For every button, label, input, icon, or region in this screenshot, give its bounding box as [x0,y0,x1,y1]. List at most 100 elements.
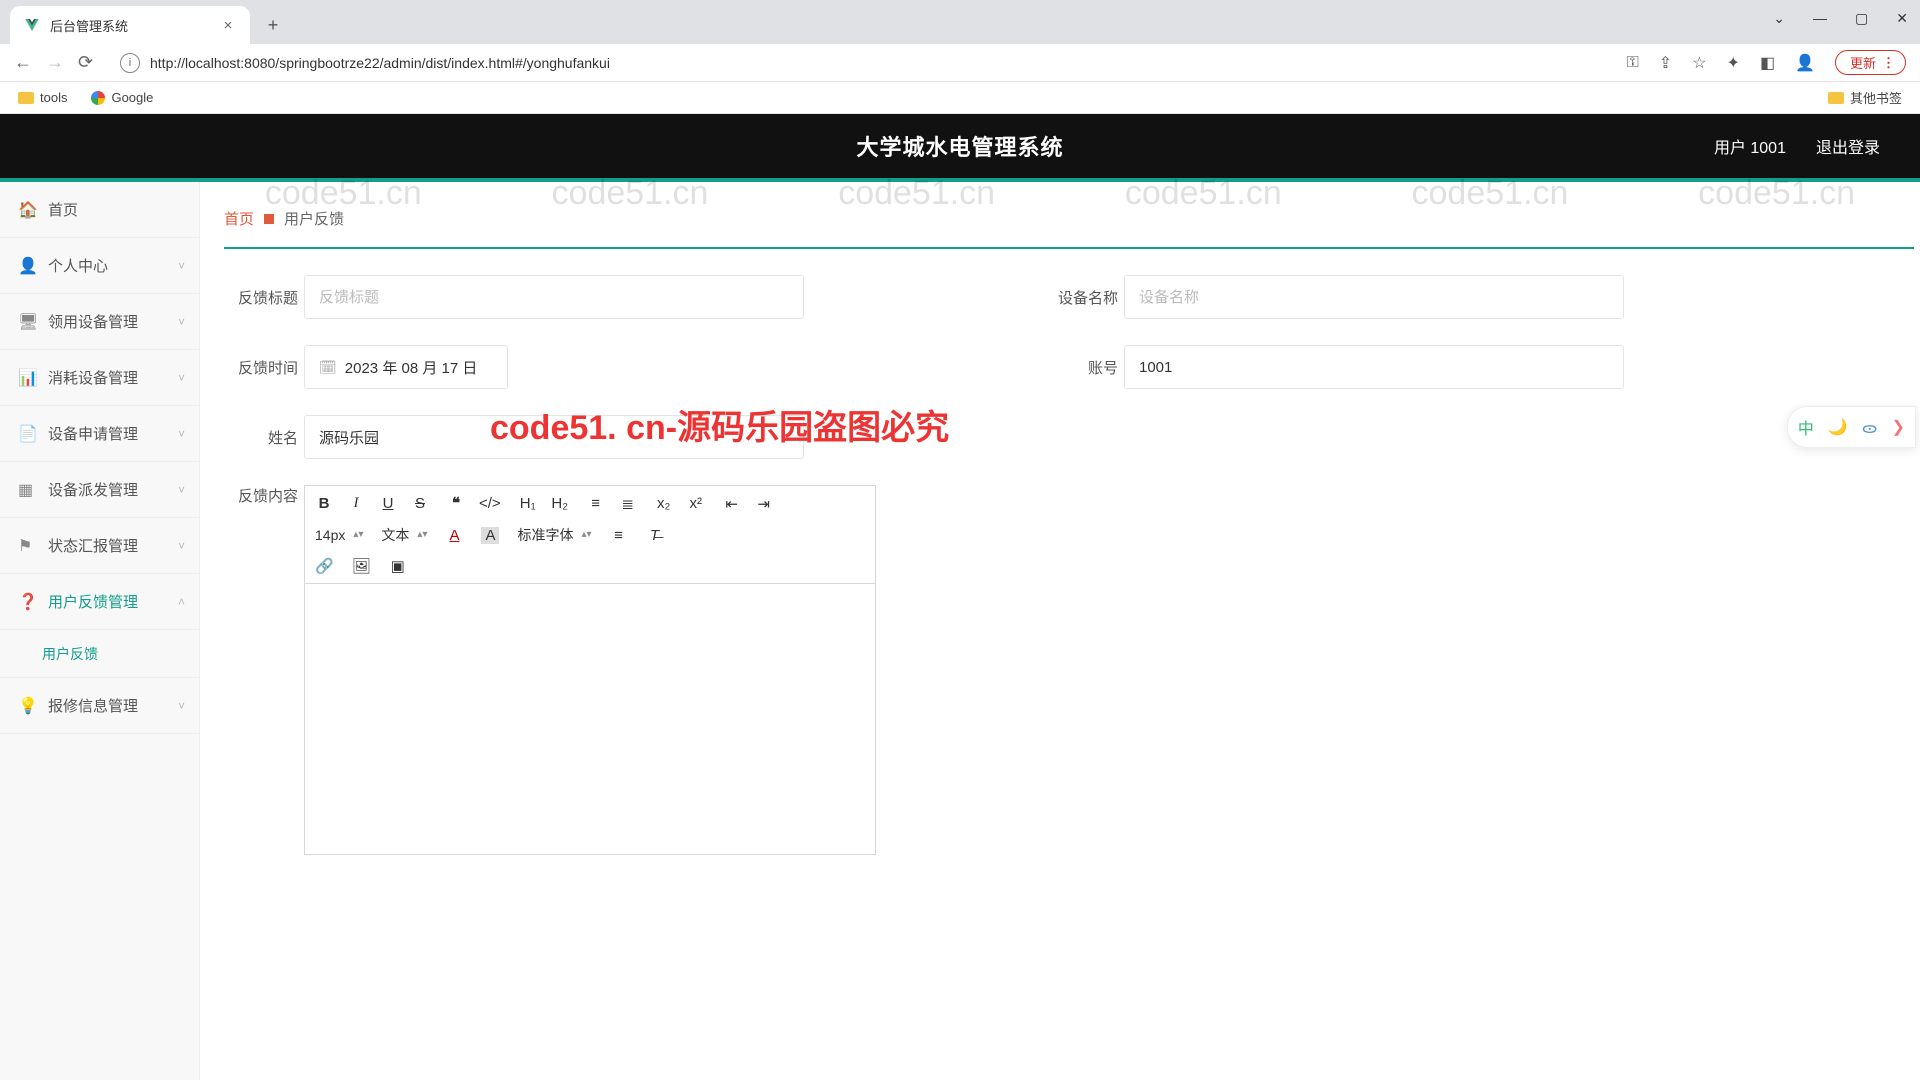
bookmark-google[interactable]: Google [91,90,153,105]
logout-button[interactable]: 退出登录 [1816,134,1880,158]
account-input[interactable] [1124,345,1624,389]
sidebar-item-5[interactable]: ▦设备派发管理˅ [0,462,199,518]
unordered-list-button[interactable]: ≣ [619,495,637,513]
time-value: 2023 年 08 月 17 日 [345,357,478,378]
chevron-icon: ˄ [178,595,185,609]
sidepanel-icon[interactable]: ◧ [1760,53,1775,73]
other-bookmarks[interactable]: 其他书签 [1828,88,1902,107]
font-color-button[interactable]: A [445,527,463,544]
device-input[interactable] [1124,275,1624,319]
sidebar-item-label: 用户反馈管理 [48,591,138,612]
chevron-icon: ˅ [178,427,185,441]
browser-tab[interactable]: 后台管理系统 × [10,6,250,44]
update-button[interactable]: 更新⋮ [1835,50,1906,75]
text-style-select[interactable]: 文本▴▾ [381,525,427,545]
sidebar-item-1[interactable]: 👤 个人中心 ˅ [0,238,199,294]
close-window-icon[interactable]: ✕ [1896,10,1908,27]
folder-icon [18,92,34,104]
key-icon[interactable]: ⚿ [1627,54,1639,72]
time-input[interactable]: 🗓 2023 年 08 月 17 日 [304,345,508,389]
glasses-icon[interactable]: ᯣ [1862,416,1878,438]
image-button[interactable]: 🖼 [352,557,371,575]
video-button[interactable]: ▣ [389,557,407,575]
user-icon: 👤 [18,256,38,276]
sidebar-item-label: 首页 [48,199,78,220]
editor-textarea[interactable] [305,584,875,854]
underline-button[interactable]: U [379,495,397,512]
code-button[interactable]: </> [479,495,501,512]
reload-icon[interactable]: ⟳ [78,52,96,73]
bg-color-button[interactable]: A [481,527,499,544]
outdent-button[interactable]: ⇤ [723,495,741,513]
strike-button[interactable]: S [411,495,429,512]
vue-icon [24,17,40,33]
separator-icon [264,214,274,224]
quote-button[interactable]: ❝ [447,494,465,513]
app-header: 大学城水电管理系统 用户 1001 退出登录 [0,114,1920,182]
title-input[interactable] [304,275,804,319]
sidebar-item-label: 消耗设备管理 [48,367,138,388]
lang-icon[interactable]: 中 [1798,415,1814,439]
bars-icon: 📊 [18,368,38,388]
url-text: http://localhost:8080/springbootrze22/ad… [150,55,610,71]
assist-floater[interactable]: 中 🌙 ᯣ ❯ [1787,406,1916,448]
sidebar-item-8[interactable]: 💡报修信息管理˅ [0,678,199,734]
italic-button[interactable]: I [347,495,365,512]
chevron-icon: ˅ [178,699,185,713]
sidebar-item-7[interactable]: ❓用户反馈管理˄ [0,574,199,630]
close-icon[interactable]: × [220,17,236,34]
google-icon [91,91,105,105]
app-title: 大学城水电管理系统 [856,130,1063,162]
main-content: code51.cncode51.cncode51.cncode51.cncode… [200,182,1920,1080]
indent-button[interactable]: ⇥ [755,495,773,513]
breadcrumb-home[interactable]: 首页 [224,208,254,229]
font-size-select[interactable]: 14px▴▾ [315,527,363,543]
star-icon[interactable]: ☆ [1692,53,1706,73]
sidebar-item-label: 设备申请管理 [48,423,138,444]
sidebar-item-2[interactable]: 🖥领用设备管理˅ [0,294,199,350]
breadcrumb-current: 用户反馈 [284,208,344,229]
folder-icon [1828,92,1844,104]
back-icon[interactable]: ← [14,52,32,73]
chevron-icon: ˅ [178,259,185,273]
bulb-icon: 💡 [18,696,38,716]
sidebar-item-label: 个人中心 [48,255,108,276]
maximize-icon[interactable]: ▢ [1855,10,1868,27]
url-field[interactable]: i http://localhost:8080/springbootrze22/… [110,48,1613,78]
arrow-right-icon[interactable]: ❯ [1892,417,1905,437]
sidebar-subitem[interactable]: 用户反馈 [0,630,199,678]
sidebar-item-label: 设备派发管理 [48,479,138,500]
screen-icon: 🖥 [18,312,38,332]
sidebar: 🏠首页👤个人中心˅🖥领用设备管理˅📊消耗设备管理˅📄设备申请管理˅▦设备派发管理… [0,182,200,1080]
h2-button[interactable]: H₂ [551,495,569,512]
sidebar-item-4[interactable]: 📄设备申请管理˅ [0,406,199,462]
breadcrumb: 首页 用户反馈 [224,202,1914,249]
sidebar-item-label: 领用设备管理 [48,311,138,332]
moon-icon[interactable]: 🌙 [1828,417,1848,437]
bold-button[interactable]: B [315,495,333,512]
new-tab-button[interactable]: + [258,10,288,40]
clear-format-button[interactable]: T̶ [646,527,664,544]
subscript-button[interactable]: x₂ [655,495,673,512]
chevron-down-icon[interactable]: ⌄ [1773,10,1785,27]
address-bar: ← → ⟳ i http://localhost:8080/springboot… [0,44,1920,82]
minimize-icon[interactable]: — [1813,10,1827,27]
profile-icon[interactable]: 👤 [1795,53,1815,73]
align-button[interactable]: ≡ [610,527,628,544]
rich-text-editor: B I U S ❝ </> H₁ H₂ [304,485,876,855]
user-label[interactable]: 用户 1001 [1714,134,1786,158]
account-label: 账号 [1068,357,1118,378]
sidebar-item-3[interactable]: 📊消耗设备管理˅ [0,350,199,406]
sidebar-item-6[interactable]: ⚑状态汇报管理˅ [0,518,199,574]
site-info-icon[interactable]: i [120,53,140,73]
superscript-button[interactable]: x² [687,495,705,512]
h1-button[interactable]: H₁ [519,495,537,512]
share-icon[interactable]: ⇪ [1659,53,1672,73]
sidebar-item-0[interactable]: 🏠首页 [0,182,199,238]
link-button[interactable]: 🔗 [315,557,334,575]
font-family-select[interactable]: 标准字体▴▾ [517,525,591,545]
ordered-list-button[interactable]: ≡ [587,495,605,512]
bookmark-tools[interactable]: tools [18,90,67,105]
extensions-icon[interactable]: ✦ [1727,53,1740,73]
browser-tab-strip: 后台管理系统 × + ⌄ — ▢ ✕ [0,0,1920,44]
